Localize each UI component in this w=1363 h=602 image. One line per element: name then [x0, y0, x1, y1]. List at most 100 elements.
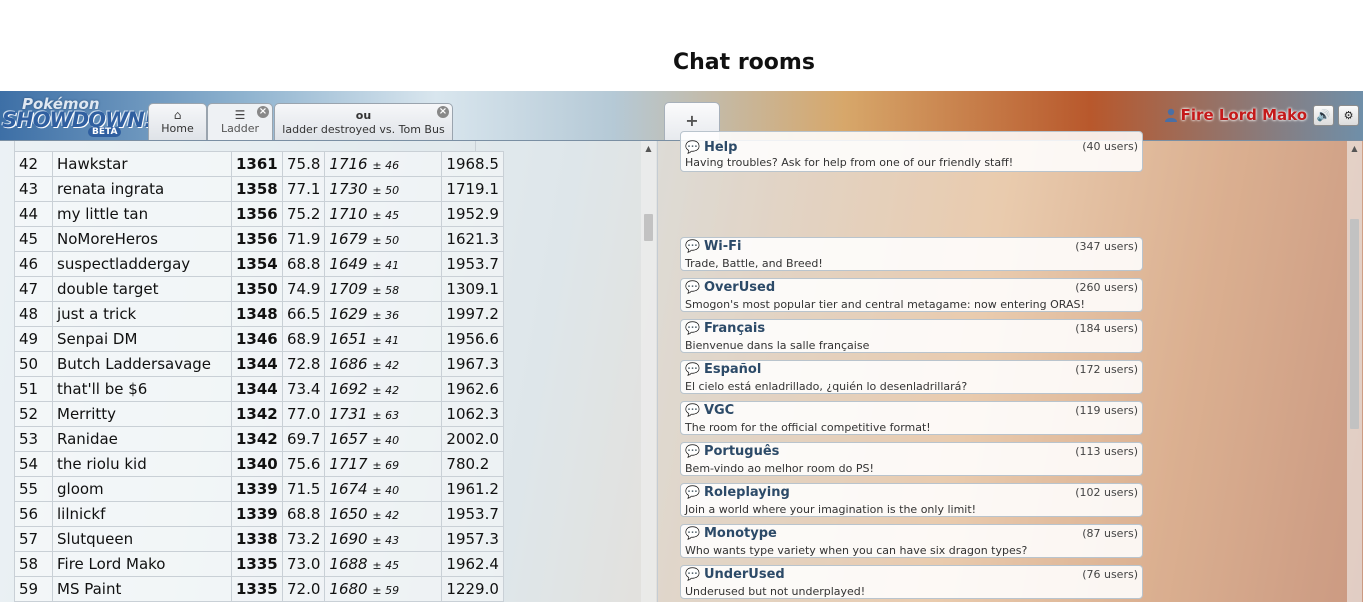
gxe-cell: 68.8	[281, 251, 326, 277]
glicko-cell: 1690 ± 43	[324, 526, 443, 552]
close-tab-icon[interactable]: ×	[437, 106, 449, 118]
scroll-thumb[interactable]	[644, 214, 653, 241]
room-user-count: (347 users)	[1075, 240, 1138, 253]
ladder-row: 56 lilnickf 1339 68.8 1650 ± 42 1953.7	[14, 501, 504, 527]
elo-cell: 1356	[231, 201, 283, 227]
coil-cell: 1961.2	[441, 476, 504, 502]
settings-gear-icon[interactable]: ⚙	[1338, 104, 1359, 126]
player-name-cell[interactable]: that'll be $6	[52, 376, 232, 402]
rank-cell: 58	[14, 551, 53, 577]
pane-edge	[664, 131, 1154, 141]
player-name-cell[interactable]: gloom	[52, 476, 232, 502]
scroll-up-icon[interactable]: ▲	[641, 143, 656, 155]
ladder-row: 44 my little tan 1356 75.2 1710 ± 45 1952.9	[14, 201, 504, 227]
room-description: Trade, Battle, and Breed!	[685, 257, 823, 270]
player-name-cell[interactable]: Hawkstar	[52, 151, 232, 177]
glicko-cell: 1716 ± 46	[324, 151, 443, 177]
player-name-cell[interactable]: MS Paint	[52, 576, 232, 602]
coil-cell: 1952.9	[441, 201, 504, 227]
ladder-table-top	[14, 141, 476, 151]
ladder-scrollbar[interactable]: ▲	[641, 141, 656, 602]
coil-cell: 1997.2	[441, 301, 504, 327]
gxe-cell: 71.9	[281, 226, 326, 252]
player-name-cell[interactable]: my little tan	[52, 201, 232, 227]
rank-cell: 51	[14, 376, 53, 402]
tab-battle[interactable]: ou ladder destroyed vs. Tom Bus ×	[274, 103, 453, 140]
room-item[interactable]: 💬 Wi-Fi (347 users) Trade, Battle, and Bree…	[680, 237, 1143, 271]
gxe-cell: 75.6	[281, 451, 326, 477]
player-name-cell[interactable]: lilnickf	[52, 501, 232, 527]
rank-cell: 44	[14, 201, 53, 227]
room-description: The room for the official competitive fo…	[685, 421, 931, 434]
player-name-cell[interactable]: Butch Laddersavage	[52, 351, 232, 377]
tab-battle-format: ou	[355, 109, 372, 122]
player-name-cell[interactable]: Fire Lord Mako	[52, 551, 232, 577]
ladder-row: 43 renata ingrata 1358 77.1 1730 ± 50 1719.1	[14, 176, 504, 202]
room-item[interactable]: 💬 Monotype (87 users) Who wants type variet…	[680, 524, 1143, 558]
elo-cell: 1344	[231, 351, 283, 377]
glicko-cell: 1731 ± 63	[324, 401, 443, 427]
room-user-count: (102 users)	[1075, 486, 1138, 499]
room-item[interactable]: 💬 UnderUsed (76 users) Underused but not un…	[680, 565, 1143, 599]
player-name-cell[interactable]: the riolu kid	[52, 451, 232, 477]
player-name-cell[interactable]: Ranidae	[52, 426, 232, 452]
glicko-deviation: ± 50	[372, 234, 400, 247]
glicko-value: 1649	[329, 255, 368, 273]
glicko-cell: 1650 ± 42	[324, 501, 443, 527]
ladder-row: 48 just a trick 1348 66.5 1629 ± 36 1997.2	[14, 301, 504, 327]
gxe-cell: 73.0	[281, 551, 326, 577]
coil-cell: 780.2	[441, 451, 504, 477]
username-link[interactable]: Fire Lord Mako	[1181, 106, 1307, 124]
room-name: Wi-Fi	[703, 239, 742, 254]
room-user-count: (260 users)	[1075, 281, 1138, 294]
room-name: VGC	[703, 403, 735, 418]
ladder-row: 58 Fire Lord Mako 1335 73.0 1688 ± 45 1962.4	[14, 551, 504, 577]
tab-home-label: Home	[161, 122, 194, 135]
chat-bubble-icon: 💬	[685, 403, 700, 417]
player-name-cell[interactable]: Senpai DM	[52, 326, 232, 352]
elo-cell: 1344	[231, 376, 283, 402]
pokemon-showdown-logo[interactable]: Pokémon SHOWDOWN! BETA	[2, 95, 153, 137]
room-item[interactable]: 💬 VGC (119 users) The room for the official…	[680, 401, 1143, 435]
close-tab-icon[interactable]: ×	[257, 106, 269, 118]
ladder-row: 55 gloom 1339 71.5 1674 ± 40 1961.2	[14, 476, 504, 502]
room-title: 💬 Español	[685, 362, 761, 377]
room-item[interactable]: 💬 Roleplaying (102 users) Join a world wher…	[680, 483, 1143, 517]
room-item[interactable]: 💬 Español (172 users) El cielo está enladri…	[680, 360, 1143, 394]
player-name-cell[interactable]: NoMoreHeros	[52, 226, 232, 252]
player-name-cell[interactable]: suspectladdergay	[52, 251, 232, 277]
rank-cell: 47	[14, 276, 53, 302]
room-name: Monotype	[703, 526, 777, 541]
room-item[interactable]: 💬 Français (184 users) Bienvenue dans la sa…	[680, 319, 1143, 353]
gxe-cell: 74.9	[281, 276, 326, 302]
glicko-cell: 1730 ± 50	[324, 176, 443, 202]
player-name-cell[interactable]: Slutqueen	[52, 526, 232, 552]
player-name-cell[interactable]: Merritty	[52, 401, 232, 427]
rooms-scrollbar[interactable]: ▲	[1347, 141, 1362, 602]
tab-home[interactable]: ⌂ Home	[148, 103, 207, 140]
coil-cell: 1229.0	[441, 576, 504, 602]
sound-icon[interactable]: 🔊	[1313, 104, 1334, 126]
room-item[interactable]: 💬 Português (113 users) Bem-vindo ao melhor…	[680, 442, 1143, 476]
player-name-cell[interactable]: just a trick	[52, 301, 232, 327]
elo-cell: 1348	[231, 301, 283, 327]
room-name: UnderUsed	[703, 567, 785, 582]
home-icon: ⌂	[173, 108, 182, 122]
ladder-row: 42 Hawkstar 1361 75.8 1716 ± 46 1968.5	[14, 151, 504, 177]
ladder-row: 47 double target 1350 74.9 1709 ± 58 1309.1	[14, 276, 504, 302]
elo-cell: 1335	[231, 576, 283, 602]
player-name-cell[interactable]: double target	[52, 276, 232, 302]
scroll-thumb[interactable]	[1350, 219, 1359, 429]
glicko-cell: 1710 ± 45	[324, 201, 443, 227]
gxe-cell: 66.5	[281, 301, 326, 327]
room-user-count: (172 users)	[1075, 363, 1138, 376]
rank-cell: 49	[14, 326, 53, 352]
scroll-up-icon[interactable]: ▲	[1347, 143, 1362, 155]
glicko-deviation: ± 58	[372, 284, 400, 297]
user-bar: Fire Lord Mako 🔊 ⚙	[1164, 102, 1363, 128]
tab-ladder[interactable]: ☰ Ladder ×	[207, 103, 273, 140]
chat-bubble-icon: 💬	[685, 362, 700, 376]
coil-cell: 1953.7	[441, 251, 504, 277]
player-name-cell[interactable]: renata ingrata	[52, 176, 232, 202]
room-item[interactable]: 💬 OverUsed (260 users) Smogon's most popula…	[680, 278, 1143, 312]
